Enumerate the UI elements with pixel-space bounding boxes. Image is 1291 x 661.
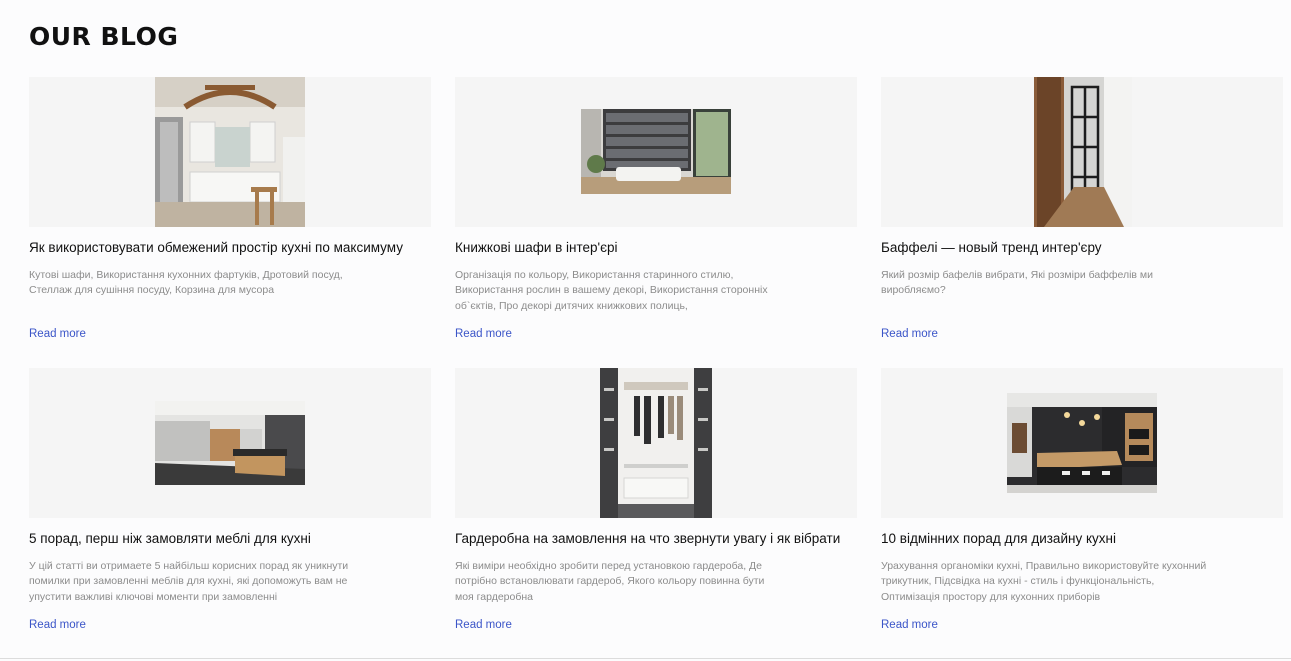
blog-card: 10 відмінних порад для дизайну кухні Ура… — [881, 368, 1283, 638]
blog-card-description: Який розмір бафелів вибрати, Які розміри… — [881, 269, 1154, 297]
blog-card: Баффелі — новый тренд интер'єру Який роз… — [881, 77, 1283, 347]
blog-card-title[interactable]: Баффелі — новый тренд интер'єру — [881, 239, 1291, 256]
blog-card-description: У цій статті ви отримаете 5 найбільш кор… — [29, 560, 349, 603]
read-more-link[interactable]: Read more — [881, 327, 938, 341]
blog-card: Гардеробна на замовлення на что звернути… — [455, 368, 857, 638]
blog-card-description: Організація по кольору, Використання ста… — [455, 269, 768, 312]
blog-card-image-frame[interactable] — [455, 368, 857, 518]
blog-card-title[interactable]: Книжкові шафи в інтер'єрі — [455, 239, 875, 256]
blog-grid: Як використовувати обмежений простір кух… — [29, 77, 1283, 647]
blog-card-description: Кутові шафи, Використання кухонних фарту… — [29, 269, 343, 297]
glass-partition-hallway-photo[interactable] — [1034, 77, 1132, 227]
blog-card-image-frame[interactable] — [29, 368, 431, 518]
section-divider — [0, 658, 1291, 659]
white-kitchen-photo[interactable] — [155, 77, 305, 227]
bookshelf-living-room-photo[interactable] — [581, 109, 731, 194]
blog-card: Книжкові шафи в інтер'єрі Організація по… — [455, 77, 857, 347]
page-title: OUR BLOG — [29, 22, 179, 51]
read-more-link[interactable]: Read more — [29, 618, 86, 632]
dark-kitchen-bar-photo[interactable] — [1007, 393, 1157, 493]
blog-card-title[interactable]: Гардеробна на замовлення на что звернути… — [455, 530, 875, 547]
blog-card-title[interactable]: Як використовувати обмежений простір кух… — [29, 239, 449, 256]
blog-card: 5 порад, перш ніж замовляти меблі для ку… — [29, 368, 431, 638]
read-more-link[interactable]: Read more — [455, 618, 512, 632]
blog-card-title[interactable]: 10 відмінних порад для дизайну кухні — [881, 530, 1291, 547]
walk-in-closet-photo[interactable] — [600, 368, 712, 518]
read-more-link[interactable]: Read more — [881, 618, 938, 632]
blog-card-image-frame[interactable] — [881, 77, 1283, 227]
read-more-link[interactable]: Read more — [29, 327, 86, 341]
blog-card-description: Урахування органоміки кухні, Правильно в… — [881, 560, 1207, 603]
wood-kitchen-island-photo[interactable] — [155, 401, 305, 485]
read-more-link[interactable]: Read more — [455, 327, 512, 341]
blog-card: Як використовувати обмежений простір кух… — [29, 77, 431, 347]
blog-card-description: Які виміри необхідно зробити перед устан… — [455, 560, 765, 603]
blog-card-image-frame[interactable] — [29, 77, 431, 227]
blog-card-title[interactable]: 5 порад, перш ніж замовляти меблі для ку… — [29, 530, 449, 547]
blog-card-image-frame[interactable] — [455, 77, 857, 227]
blog-card-image-frame[interactable] — [881, 368, 1283, 518]
